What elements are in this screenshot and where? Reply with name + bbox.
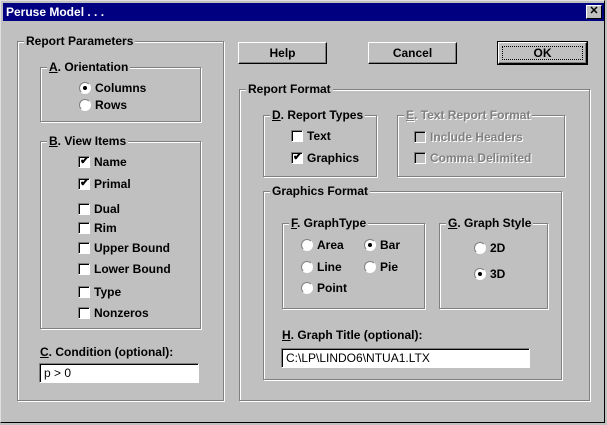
radio-icon (364, 239, 376, 251)
text-report-format-legend: E. Text Report Format (404, 108, 533, 122)
view-items-legend: B. View Items (47, 134, 129, 148)
text-report-format-group: E. Text Report Format (397, 108, 565, 177)
close-button[interactable]: ✕ (586, 5, 602, 19)
radio-icon (301, 261, 313, 273)
checkbox-icon (414, 131, 426, 143)
radio-icon (301, 282, 313, 294)
checkbox-icon (78, 242, 90, 254)
close-icon: ✕ (589, 5, 599, 17)
radio-icon (79, 82, 91, 94)
condition-label: C. Condition (optional): (40, 345, 174, 359)
checkbox-icon: ✔ (78, 155, 90, 168)
checkbox-icon: ✔ (291, 151, 303, 164)
condition-input[interactable]: p > 0 (39, 363, 199, 383)
radio-icon (79, 99, 91, 111)
graph-style-legend: G. Graph Style (446, 216, 534, 230)
graphics-format-legend: Graphics Format (270, 184, 371, 198)
checkbox-icon (78, 203, 90, 215)
checkbox-icon (291, 130, 303, 142)
check-mark-icon: ✔ (80, 155, 90, 167)
report-parameters-legend: Report Parameters (24, 34, 136, 48)
ok-button[interactable]: OK (497, 41, 588, 65)
peruse-model-dialog: Peruse Model . . . ✕ Help Cancel OK Repo… (0, 0, 605, 423)
checkbox-icon (78, 286, 90, 298)
check-mark-icon: ✔ (293, 151, 303, 163)
radio-icon (474, 242, 486, 254)
checkbox-icon (78, 307, 90, 319)
radio-icon (301, 239, 313, 251)
graph-title-label: H. Graph Title (optional): (282, 328, 423, 342)
report-types-group: D. Report Types (263, 108, 377, 177)
help-button[interactable]: Help (238, 42, 327, 64)
title-bar: Peruse Model . . . ✕ (3, 3, 604, 21)
check-mark-icon: ✔ (80, 177, 90, 189)
orientation-legend: A. Orientation (47, 60, 131, 74)
radio-dot-icon (83, 86, 87, 90)
radio-dot-icon (478, 272, 482, 276)
radio-icon (364, 261, 376, 273)
radio-dot-icon (368, 243, 372, 247)
graph-style-group: G. Graph Style (439, 216, 548, 309)
checkbox-icon (414, 152, 426, 164)
checkbox-icon (78, 222, 90, 234)
report-format-legend: Report Format (246, 82, 333, 96)
view-items-group: B. View Items (40, 134, 201, 329)
cancel-button[interactable]: Cancel (368, 42, 457, 64)
radio-icon (474, 268, 486, 280)
report-types-legend: D. Report Types (270, 108, 366, 122)
window-title: Peruse Model . . . (6, 5, 105, 19)
checkbox-icon: ✔ (78, 177, 90, 190)
graph-title-input[interactable]: C:\LP\LINDO6\NTUA1.LTX (281, 348, 530, 368)
graph-type-legend: F. GraphType (289, 216, 369, 230)
focus-rect (502, 46, 583, 60)
checkbox-icon (78, 263, 90, 275)
